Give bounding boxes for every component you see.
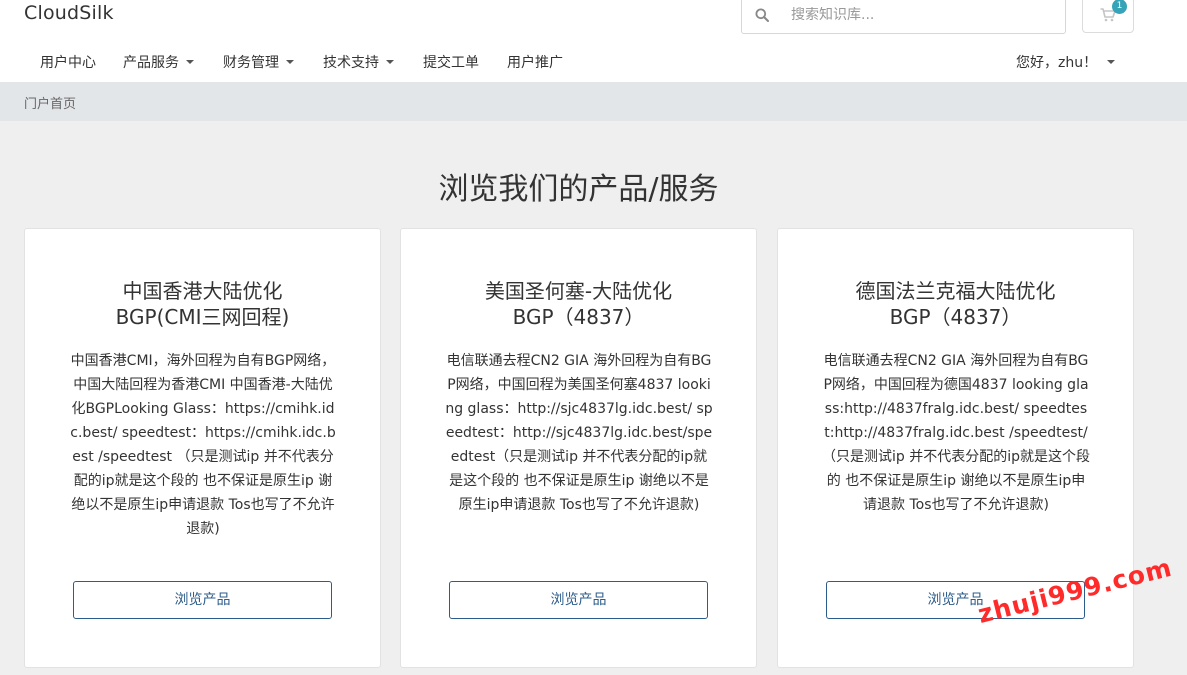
product-title: 中国香港大陆优化 BGP(CMI三网回程) — [25, 278, 380, 330]
search-input[interactable] — [791, 7, 1041, 23]
nav-label: 财务管理 — [223, 55, 279, 71]
product-card: 中国香港大陆优化 BGP(CMI三网回程) 中国香港CMI，海外回程为自有BGP… — [24, 228, 381, 668]
brand-logo[interactable]: CloudSilk — [24, 2, 114, 24]
caret-down-icon — [1107, 60, 1116, 64]
nav-label: 技术支持 — [323, 55, 379, 71]
product-title-line: BGP（4837） — [889, 305, 1022, 329]
product-description: 中国香港CMI，海外回程为自有BGP网络，中国大陆回程为香港CMI 中国香港-大… — [70, 353, 336, 537]
caret-down-icon — [286, 60, 294, 64]
breadcrumb: 门户首页 — [0, 82, 1187, 121]
product-title-line: 美国圣何塞-大陆优化 — [484, 279, 673, 303]
nav-products-services[interactable]: 产品服务 — [123, 52, 194, 72]
top-header: CloudSilk 1 — [0, 0, 1187, 42]
nav-user-center[interactable]: 用户中心 — [40, 52, 96, 72]
cart-count-badge: 1 — [1112, 0, 1127, 14]
account-menu[interactable]: 您好，zhu！ — [1016, 52, 1116, 72]
product-title-line: BGP(CMI三网回程) — [115, 305, 290, 329]
nav-support[interactable]: 技术支持 — [323, 52, 394, 72]
browse-products-button[interactable]: 浏览产品 — [449, 581, 708, 619]
nav-label: 用户中心 — [40, 55, 96, 71]
account-greeting: 您好，zhu！ — [1016, 55, 1098, 71]
breadcrumb-home[interactable]: 门户首页 — [24, 93, 76, 112]
product-description: 电信联通去程CN2 GIA 海外回程为自有BGP网络，中国回程为德国4837 l… — [822, 353, 1091, 513]
product-title-line: BGP（4837） — [512, 305, 645, 329]
product-description: 电信联通去程CN2 GIA 海外回程为自有BGP网络，中国回程为美国圣何塞483… — [445, 353, 713, 513]
knowledge-search — [741, 0, 1066, 34]
nav-submit-ticket[interactable]: 提交工单 — [423, 52, 479, 72]
nav-affiliates[interactable]: 用户推广 — [507, 52, 563, 72]
cart-button[interactable]: 1 — [1082, 0, 1134, 33]
nav-label: 用户推广 — [507, 55, 563, 71]
page-title: 浏览我们的产品/服务 — [438, 172, 719, 207]
nav-billing[interactable]: 财务管理 — [223, 52, 294, 72]
product-title: 德国法兰克福大陆优化 BGP（4837） — [778, 278, 1133, 330]
caret-down-icon — [186, 60, 194, 64]
main-navbar: 用户中心 产品服务 财务管理 技术支持 提交工单 用户推广 您好，zhu！ — [0, 42, 1187, 82]
nav-label: 产品服务 — [123, 55, 179, 71]
caret-down-icon — [386, 60, 394, 64]
product-title: 美国圣何塞-大陆优化 BGP（4837） — [401, 278, 756, 330]
product-title-line: 中国香港大陆优化 — [122, 279, 283, 303]
product-title-line: 德国法兰克福大陆优化 — [855, 279, 1056, 303]
browse-products-button[interactable]: 浏览产品 — [73, 581, 332, 619]
search-icon[interactable] — [755, 8, 769, 22]
product-card: 美国圣何塞-大陆优化 BGP（4837） 电信联通去程CN2 GIA 海外回程为… — [400, 228, 757, 668]
nav-label: 提交工单 — [423, 55, 479, 71]
